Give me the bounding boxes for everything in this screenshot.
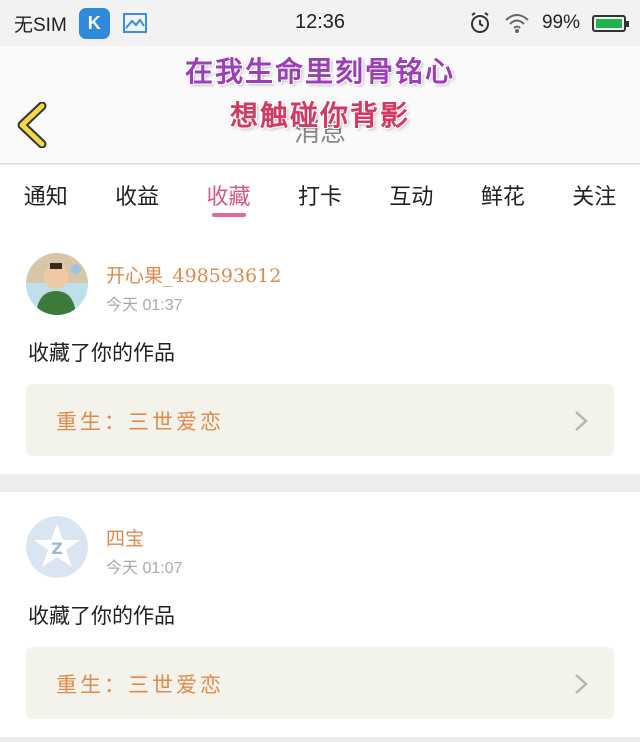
alarm-clock-icon (470, 12, 489, 33)
work-title: 重生：三世爱恋 (56, 673, 224, 697)
message-item: Z 四宝 今天 01:07 收藏了你的作品 重生：三世爱恋 (0, 492, 640, 737)
chevron-right-icon (575, 674, 588, 694)
battery-percent: 99% (541, 12, 580, 33)
message-time: 今天 01:07 (106, 560, 183, 577)
tab-favorites[interactable]: 收藏 (183, 165, 274, 229)
chevron-right-icon (575, 411, 588, 431)
battery-icon (592, 14, 629, 32)
wifi-icon (505, 14, 529, 33)
tab-follows[interactable]: 关注 (549, 165, 640, 229)
svg-text:Z: Z (51, 539, 63, 558)
overlay-text-line-1: 在我生命里刻骨铭心 (184, 55, 455, 88)
message-action: 收藏了你的作品 (28, 341, 175, 365)
avatar[interactable]: Z (26, 516, 88, 578)
work-link[interactable]: 重生：三世爱恋 (26, 647, 614, 719)
tab-flowers[interactable]: 鲜花 (457, 165, 548, 229)
avatar[interactable] (26, 253, 88, 315)
message-item: 开心果_498593612 今天 01:37 收藏了你的作品 重生：三世爱恋 (0, 229, 640, 474)
overlay-text-line-2: 想触碰你背影 (229, 99, 410, 132)
tab-checkin[interactable]: 打卡 (274, 165, 365, 229)
status-bar: 无SIM K 12:36 99% (0, 0, 640, 46)
username[interactable]: 四宝 (106, 524, 144, 551)
message-time: 今天 01:37 (106, 297, 183, 314)
tab-earnings[interactable]: 收益 (91, 165, 182, 229)
message-action: 收藏了你的作品 (28, 604, 175, 628)
username[interactable]: 开心果_498593612 (106, 261, 281, 288)
status-right: 99% (468, 0, 629, 46)
tab-notifications[interactable]: 通知 (0, 165, 91, 229)
work-link[interactable]: 重生：三世爱恋 (26, 384, 614, 456)
message-tabs: 通知 收益 收藏 打卡 互动 鲜花 关注 (0, 165, 640, 229)
work-title: 重生：三世爱恋 (56, 410, 224, 434)
tab-interactions[interactable]: 互动 (366, 165, 457, 229)
battery-level-fill (596, 18, 622, 28)
